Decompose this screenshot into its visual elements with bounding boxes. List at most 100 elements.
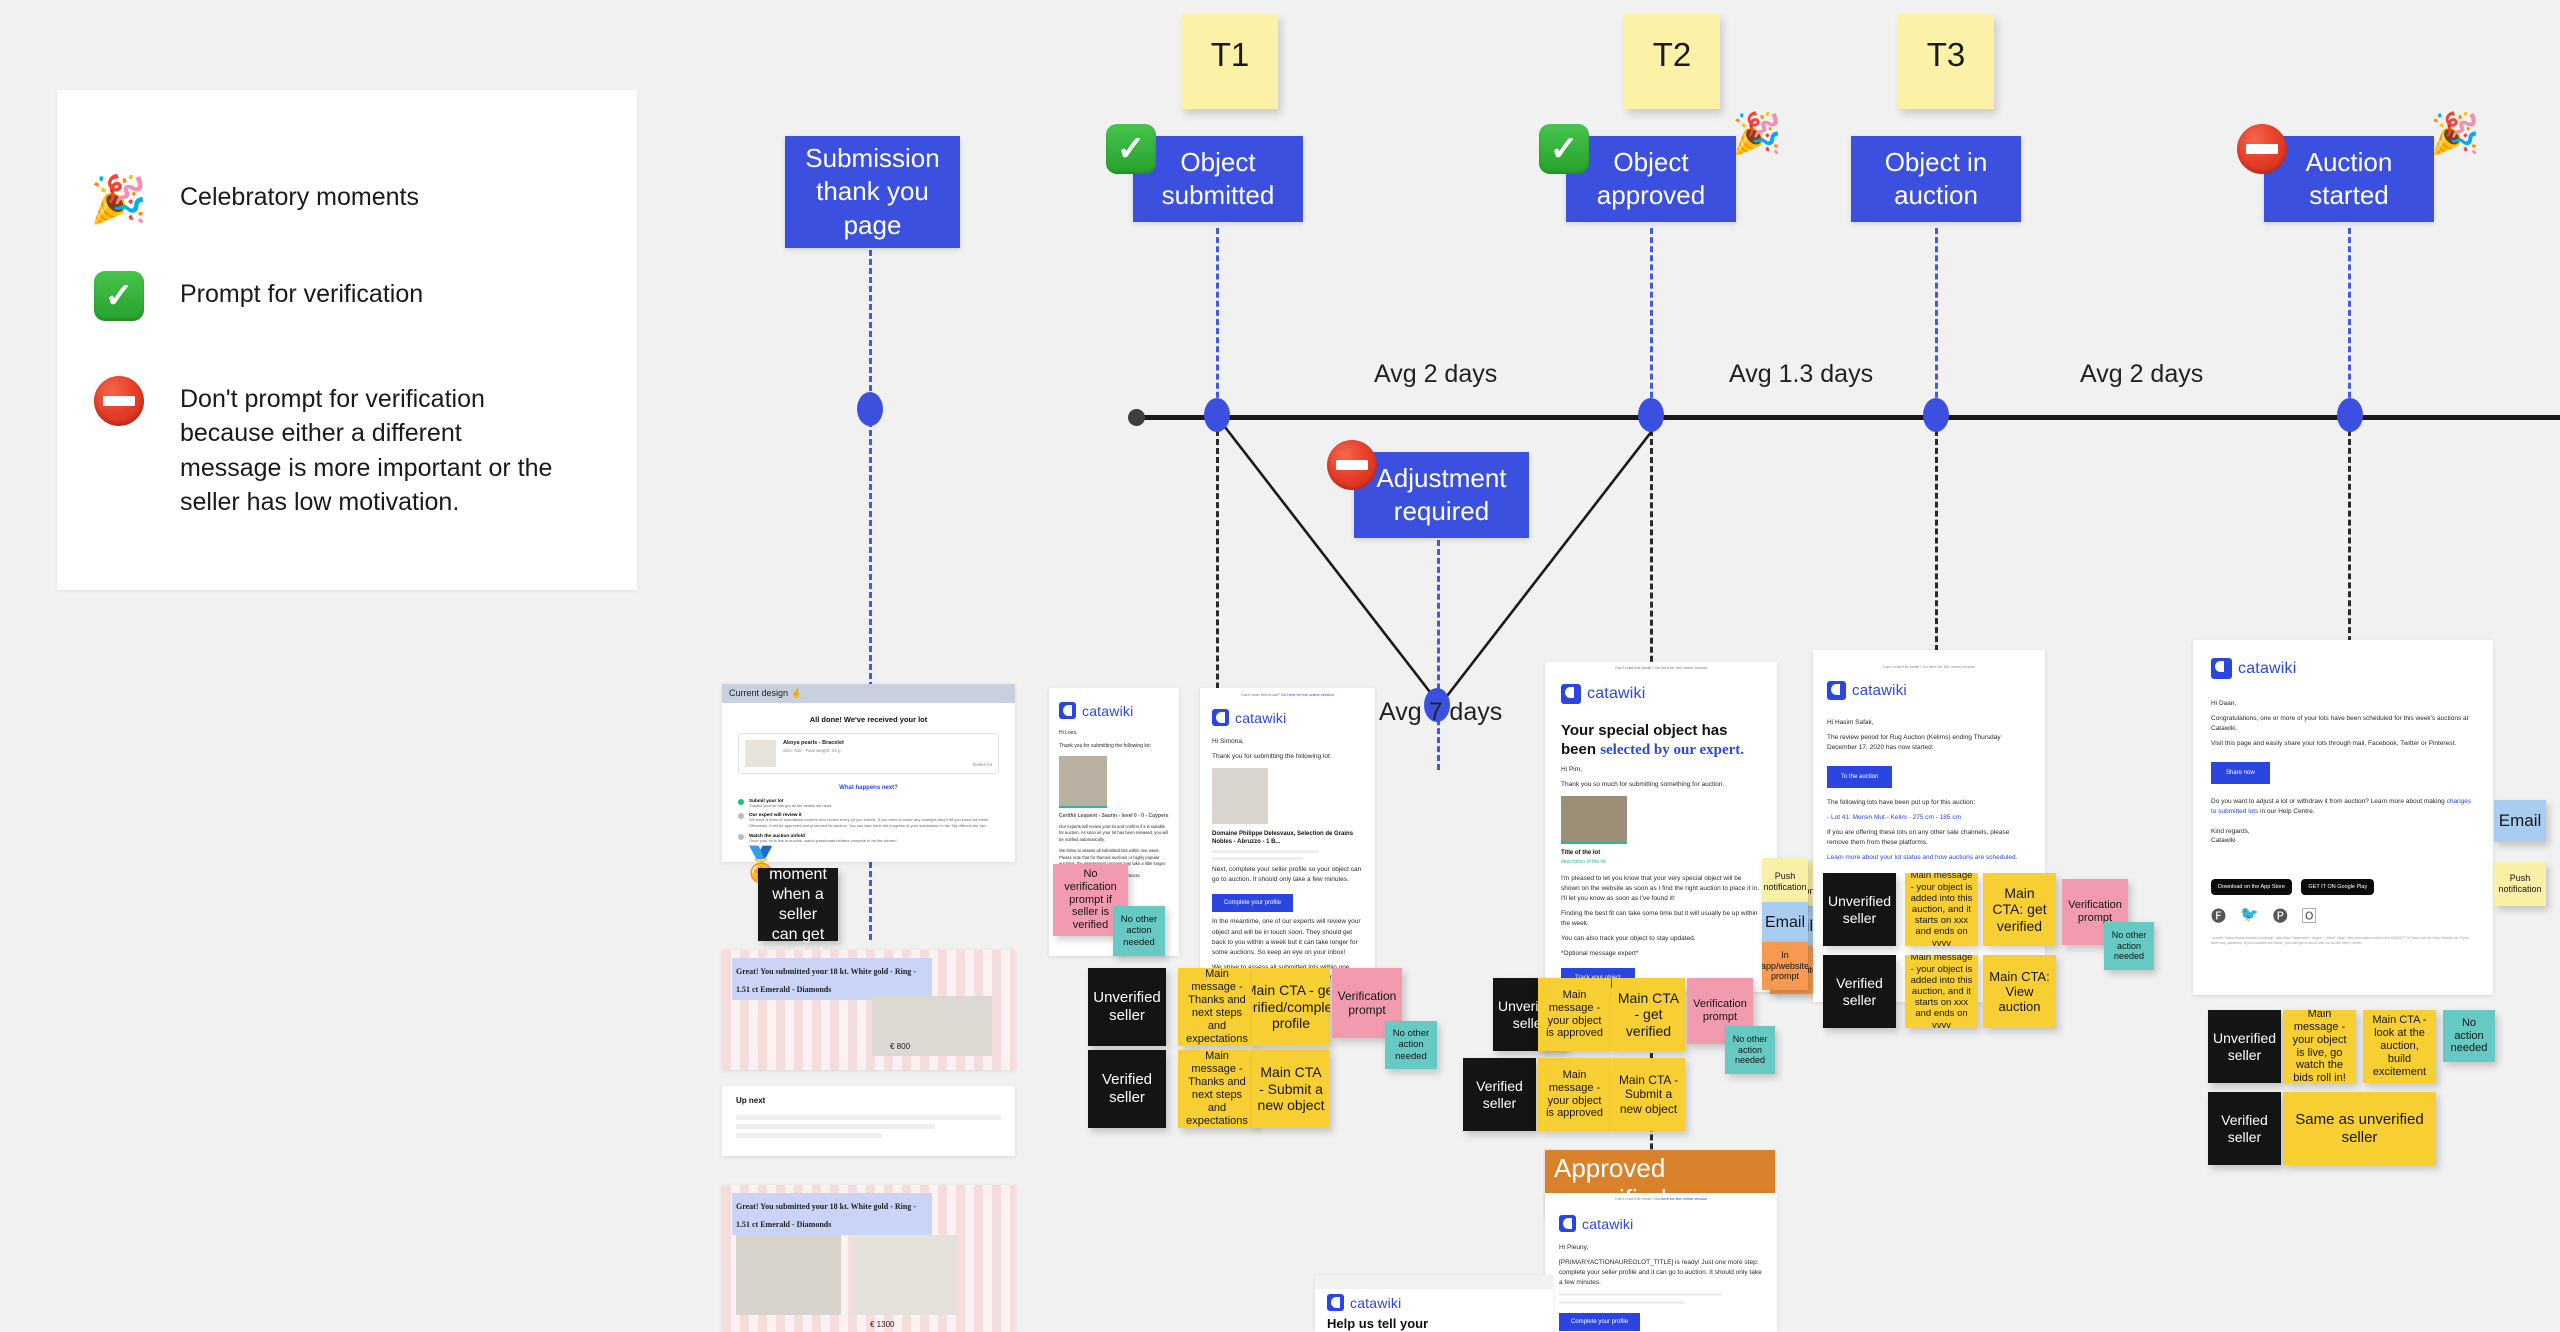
marker-note-t1[interactable]: T1 [1182,14,1278,109]
email-line-1: The review period for Rug Auction (Kelim… [1827,734,2001,752]
sticky-message-verified[interactable]: Same as unverified seller [2283,1092,2436,1165]
delete-lot-link[interactable]: Delete lot [973,762,992,767]
axis-start-cap [1128,409,1145,426]
sticky-cta-unverified[interactable]: Main CTA - look at the auction, build ex… [2363,1010,2436,1083]
stage-label: Adjustment required [1354,452,1529,538]
sticky-cta-unverified[interactable]: Main CTA - get verified/complete profile [1252,968,1330,1046]
mockup-title: All done! We've received your lot [809,715,928,724]
email-body-1: Our experts will review your lot and con… [1059,823,1168,842]
stage-object-submitted[interactable]: Object submitted [1106,124,1303,222]
sticky-persona-unverified[interactable]: Unverified seller [2208,1010,2281,1083]
email-lot-line: - Lot 41: Mersin Mut - Kelim - 275 cm - … [1827,814,1962,822]
sticky-persona-verified[interactable]: Verified seller [2208,1092,2281,1165]
sticky-persona-verified[interactable]: Verified seller [1088,1050,1166,1128]
channel-label-email[interactable]: Email [1762,902,1808,944]
timeline-node-submitted[interactable] [1204,398,1230,432]
instagram-icon[interactable]: 🄾 [2302,905,2317,926]
variant-title: Great! You submitted your 18 kt. White g… [736,967,916,994]
party-popper-icon: 🎉 [1732,112,1782,156]
lot-thumbnail [1212,768,1268,825]
channel-label-push[interactable]: Push notification [1762,858,1808,906]
guide-line-submitted-top [1216,228,1219,416]
email-footer: <a href="https://www.catawiki.com/help" … [2211,935,2469,945]
sticky-message-unverified[interactable]: Main message - your object is live, go w… [2283,1010,2356,1083]
to-the-auction-button[interactable]: To the auction [1827,766,1893,789]
marker-note-t3[interactable]: T3 [1898,14,1994,109]
what-happens-next-heading: What happens next? [839,785,898,791]
sticky-message-verified[interactable]: Main message - your object is added into… [1905,955,1978,1028]
variant-price: € 1300 [870,1320,895,1329]
channel-label-push[interactable]: Push notification [2494,862,2546,906]
lot-title: Title of the lot [1561,849,1601,856]
step-body: Once your lot is live in auction, watch … [749,838,897,843]
sticky-cta-unverified[interactable]: Main CTA - get verified [1612,978,1685,1051]
sticky-no-other-action[interactable]: No other action needed [2104,922,2154,970]
guide-line-started-bottom [2348,430,2351,660]
first-moment-note[interactable]: First moment when a seller can get verif… [758,846,838,963]
app-store-badge[interactable]: Download on the App Store [2211,878,2292,895]
stage-adjustment-required[interactable]: Adjustment required [1327,440,1529,538]
stage-object-approved[interactable]: Object approved 🎉 [1539,112,1782,222]
mockup-heading: Help us tell your [1327,1316,1429,1331]
google-play-badge[interactable]: GET IT ON Google Play [2301,878,2375,895]
variant-price: € 800 [890,1042,911,1051]
lot-thumbnail [1059,755,1107,808]
email-heading-blue: selected by our expert. [1600,741,1745,758]
mockup-thankyou-page[interactable]: Current design 🤞 All done! We've receive… [722,684,1015,862]
step-pending-icon [738,834,744,840]
legend-item-celebratory: 🎉 Celebratory moments [88,168,419,230]
email-body-1: I'm pleased to let you know that your ve… [1561,874,1760,902]
email-line-2: The following lots have been put up for … [1827,799,1976,807]
timeline-node-inauction[interactable] [1923,398,1949,432]
email-greeting: Hi Pleuny, [1559,1244,1589,1251]
complete-profile-button[interactable]: Complete your profile [1212,894,1294,913]
sticky-message-unverified[interactable]: Main message - your object is added into… [1905,873,1978,946]
catawiki-logo: catawiki [1561,678,1761,710]
sticky-persona-unverified[interactable]: Unverified seller [1088,968,1166,1046]
mockup-variant-a[interactable]: Great! You submitted your 18 kt. White g… [722,950,1015,1070]
sticky-persona-verified[interactable]: Verified seller [1463,1058,1536,1131]
lot-description: description of the lot [1561,858,1606,865]
guide-line-started-top [2348,228,2351,416]
stage-auction-started[interactable]: Auction started 🎉 [2237,112,2480,222]
complete-profile-button[interactable]: Complete your profile [1559,1313,1641,1332]
mockup-submitted-email-b[interactable]: Can't read this email? Go here for the o… [1200,688,1375,978]
facebook-icon[interactable]: 🅕 [2211,905,2226,926]
mockup-approved-second-email[interactable]: Can't read this email? Go here for the o… [1545,1193,1777,1332]
sticky-cta-verified[interactable]: Main CTA: View auction [1983,955,2056,1028]
sticky-message-verified[interactable]: Main message - Thanks and next steps and… [1178,1050,1256,1128]
sticky-persona-verified[interactable]: Verified seller [1823,955,1896,1028]
sticky-cta-verified[interactable]: Main CTA - Submit a new object [1612,1058,1685,1131]
sticky-message-verified[interactable]: Main message - your object is approved [1538,1058,1611,1131]
mockup-variant-b[interactable]: Great! You submitted your 18 kt. White g… [722,1185,1015,1332]
sticky-no-other-action[interactable]: No other action needed [1113,906,1165,956]
timeline-node-started[interactable] [2337,398,2363,432]
timeline-node-approved[interactable] [1638,398,1664,432]
mockup-help-us-tell[interactable]: catawiki Help us tell your [1315,1275,1553,1332]
twitter-icon[interactable]: 🐦 [2240,905,2259,926]
mockup-started-email[interactable]: catawiki Hi Daan, Congratulations, one o… [2193,640,2493,995]
lot-title: Akoya pearls - Bracelet [783,740,844,746]
stage-object-in-auction[interactable]: Object in auction [1851,136,2021,222]
sticky-no-other-action[interactable]: No other action needed [1385,1021,1437,1069]
pinterest-icon[interactable]: 🅟 [2273,905,2288,926]
mockup-inauction-email[interactable]: Can't read this email? Go here for the o… [1813,650,2045,1002]
sticky-message-unverified[interactable]: Main message - Thanks and next steps and… [1178,968,1256,1046]
sticky-cta-verified[interactable]: Main CTA - Submit a new object [1252,1050,1330,1128]
timeline-node-thankyou[interactable] [857,392,883,426]
sticky-message-unverified[interactable]: Main message - your object is approved [1538,978,1611,1051]
stage-label: Object approved [1566,136,1736,222]
sticky-no-action-needed[interactable]: No action needed [2443,1010,2495,1062]
stage-label: Auction started [2264,136,2434,222]
email-body-1: Next, complete your seller profile so yo… [1212,866,1362,884]
sticky-no-other-action[interactable]: No other action needed [1725,1026,1775,1074]
mockup-approved-email[interactable]: Can't read this email? Go here for the o… [1545,662,1777,992]
share-now-button[interactable]: Share now [2211,762,2270,785]
channel-label-inapp[interactable]: In app/website prompt [1762,942,1808,990]
mockup-upnext[interactable]: Up next [722,1086,1015,1156]
stage-submission-thank-you[interactable]: Submission thank you page [785,136,960,248]
marker-note-t2[interactable]: T2 [1624,14,1720,109]
channel-label-email[interactable]: Email [2494,800,2546,842]
sticky-persona-unverified[interactable]: Unverified seller [1823,873,1896,946]
sticky-cta-unverified[interactable]: Main CTA: get verified [1983,873,2056,946]
